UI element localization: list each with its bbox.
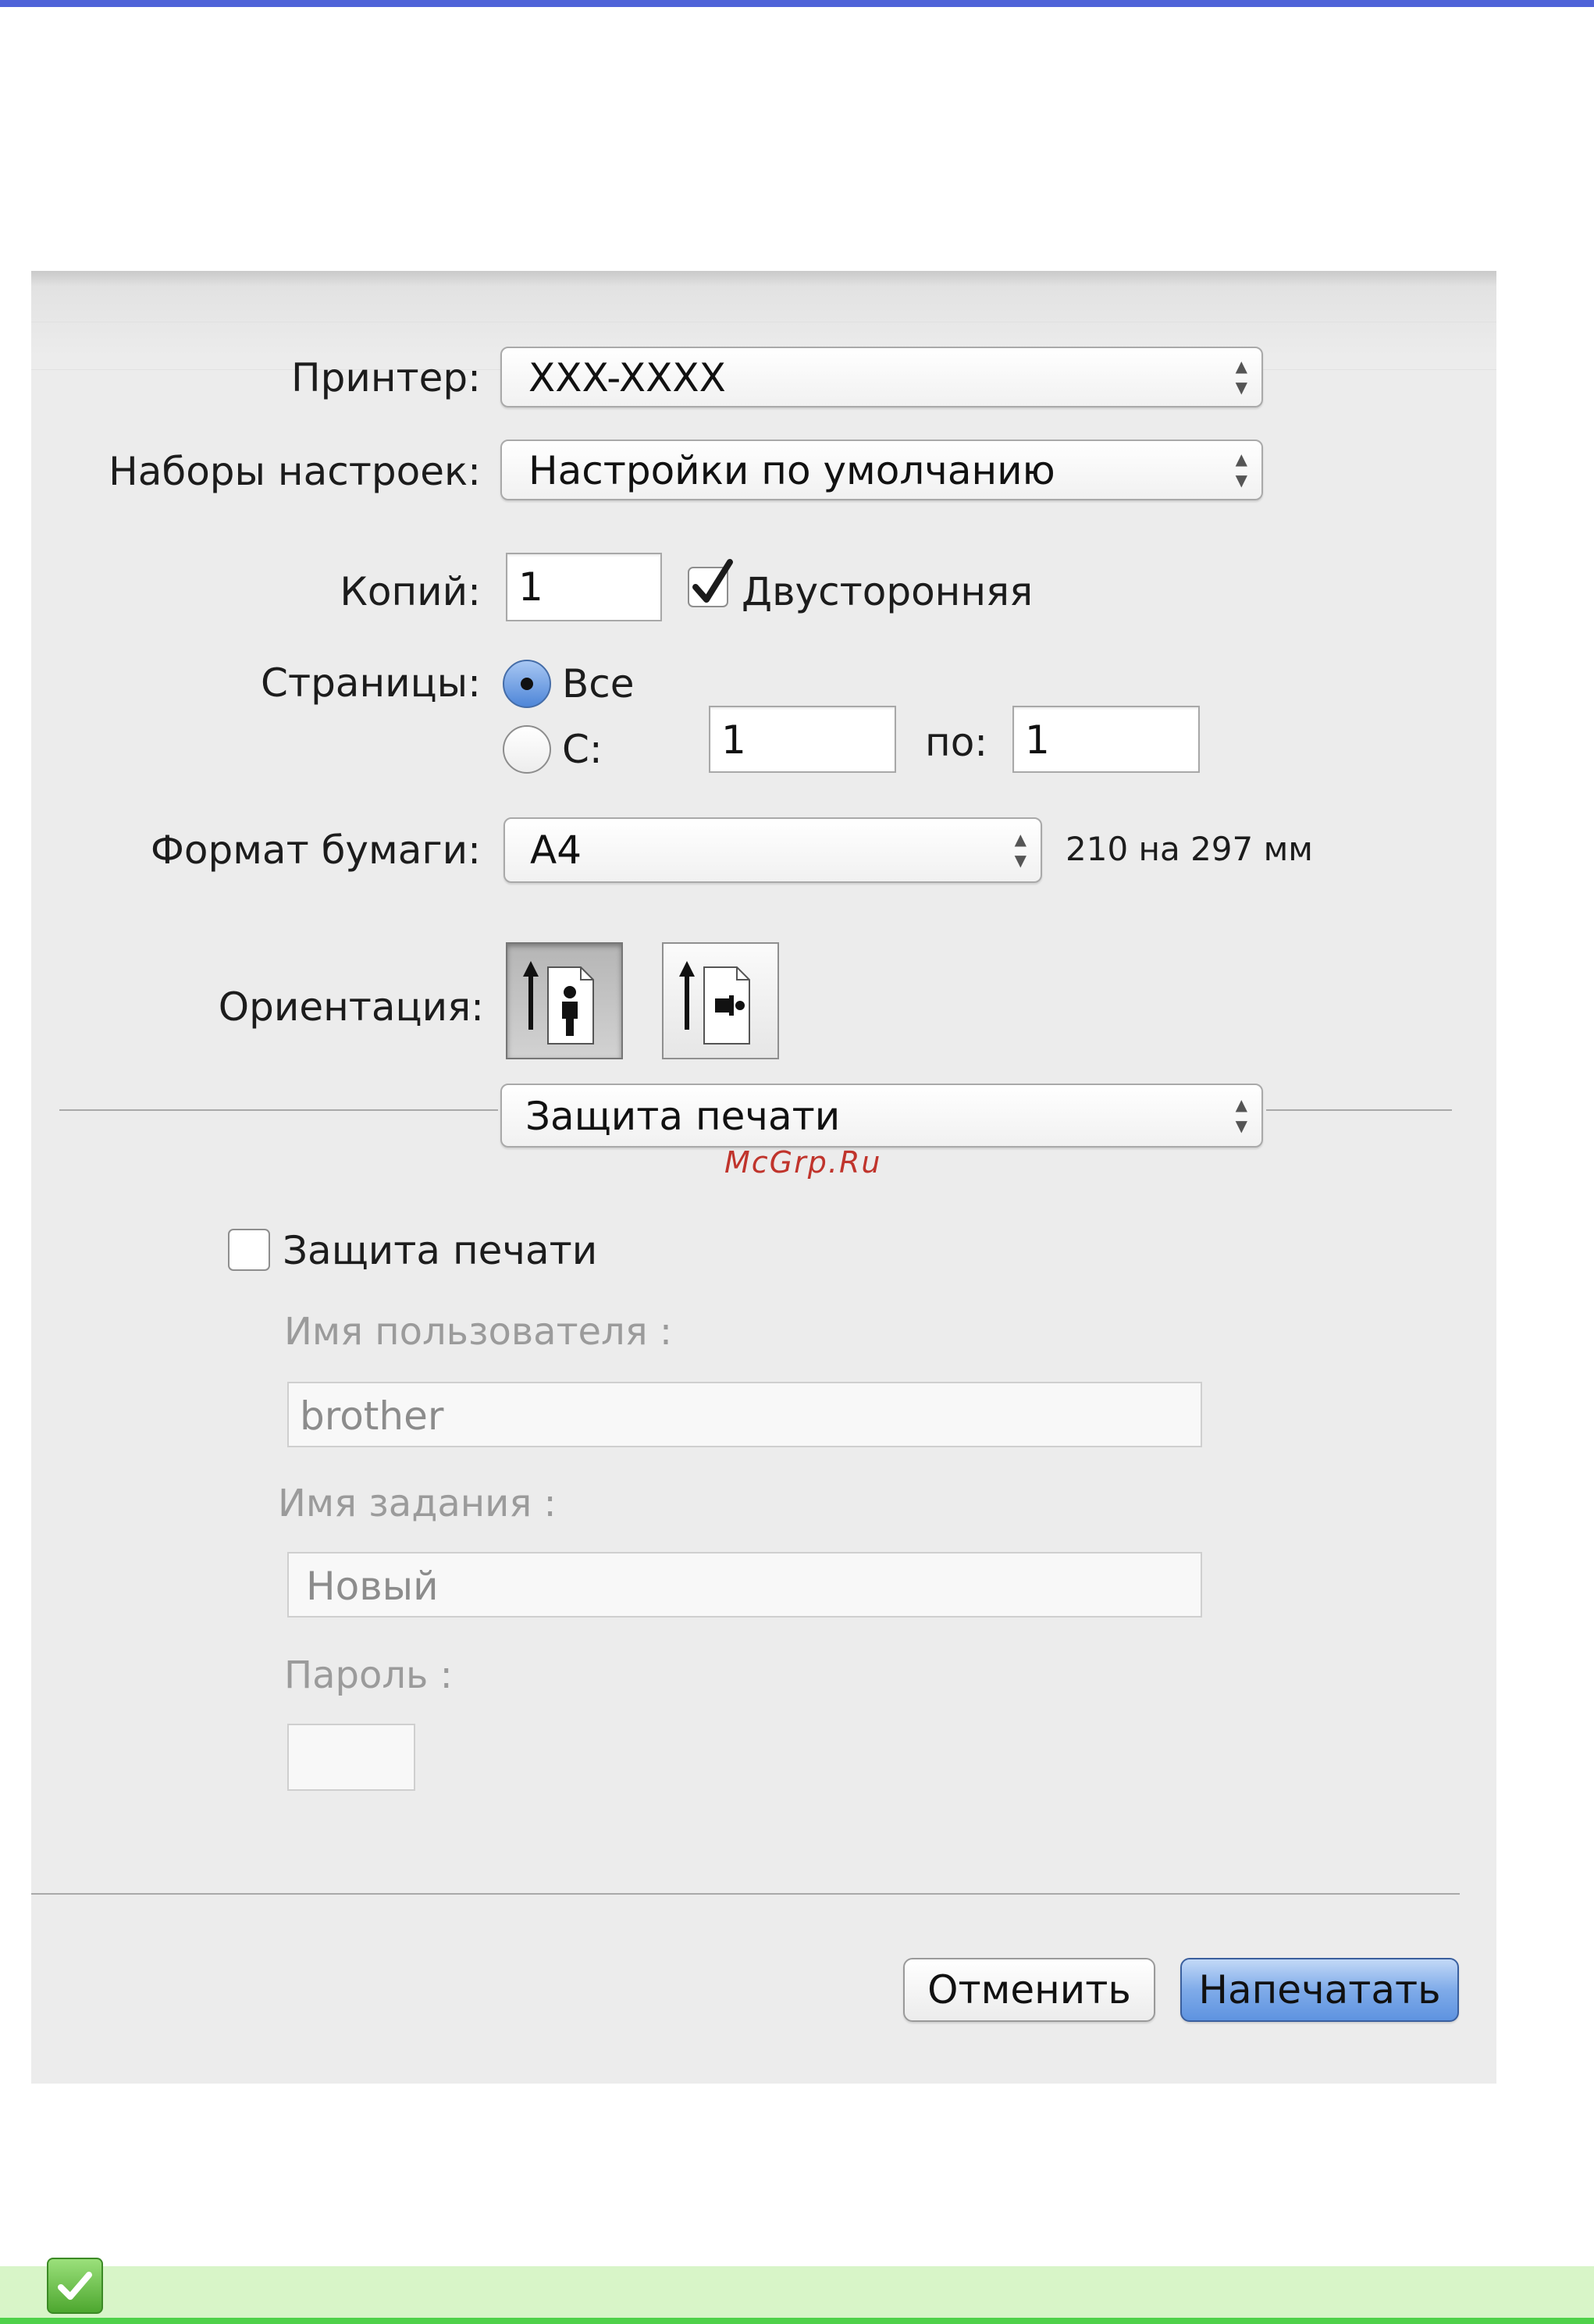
jobname-value: Новый (306, 1564, 439, 1609)
orientation-portrait-button[interactable] (506, 942, 623, 1059)
copies-label: Копий: (340, 569, 481, 614)
popup-arrows-icon: ▲ ▼ (1014, 830, 1026, 870)
bottom-divider (31, 1893, 1460, 1895)
print-button[interactable]: Напечатать (1180, 1958, 1459, 2022)
copies-value: 1 (518, 564, 543, 610)
top-accent-bar (0, 0, 1594, 7)
paper-dimensions: 210 на 297 мм (1066, 830, 1313, 868)
checkmark-icon (692, 559, 733, 603)
section-popup[interactable]: Защита печати ▲ ▼ (500, 1084, 1263, 1148)
presets-popup[interactable]: Настройки по умолчанию ▲ ▼ (500, 440, 1263, 500)
orientation-label: Ориентация: (218, 984, 484, 1030)
duplex-label: Двусторонняя (742, 569, 1034, 614)
copies-field[interactable]: 1 (506, 553, 662, 621)
pages-all-label: Все (562, 661, 635, 706)
pages-to-label: по: (925, 720, 988, 765)
username-field[interactable]: brother (287, 1382, 1202, 1447)
paper-size-popup[interactable]: A4 ▲ ▼ (503, 817, 1042, 883)
watermark: McGrp.Ru (724, 1145, 882, 1180)
note-bar (0, 2266, 1594, 2324)
pages-from-value: 1 (721, 717, 746, 763)
username-label: Имя пользователя : (284, 1310, 673, 1354)
pages-label: Страницы: (261, 660, 481, 706)
note-check-icon (47, 2258, 103, 2314)
cancel-button[interactable]: Отменить (903, 1958, 1155, 2022)
section-divider-right (1266, 1109, 1452, 1111)
jobname-label: Имя задания : (278, 1482, 557, 1525)
popup-arrows-icon: ▲ ▼ (1235, 450, 1247, 489)
secure-print-checkbox[interactable] (228, 1229, 270, 1271)
printer-label: Принтер: (291, 355, 481, 400)
orientation-landscape-button[interactable] (662, 942, 779, 1059)
pages-to-field[interactable]: 1 (1012, 706, 1200, 773)
section-popup-value: Защита печати (525, 1094, 841, 1139)
paper-size-value: A4 (530, 827, 582, 873)
pages-from-field[interactable]: 1 (709, 706, 896, 773)
password-field[interactable] (287, 1724, 415, 1791)
presets-label: Наборы настроек: (109, 449, 481, 494)
landscape-orientation-icon (679, 961, 750, 1045)
pages-all-radio[interactable] (503, 660, 551, 708)
presets-value: Настройки по умолчанию (528, 448, 1055, 493)
pages-to-value: 1 (1025, 717, 1050, 763)
printer-value: XXX-XXXX (528, 355, 726, 400)
duplex-checkbox[interactable] (688, 559, 733, 607)
portrait-orientation-icon (523, 961, 594, 1045)
pages-range-label: С: (562, 727, 603, 772)
secure-print-label: Защита печати (283, 1228, 598, 1273)
section-divider-left (59, 1109, 498, 1111)
username-value: brother (300, 1393, 444, 1439)
password-label: Пароль : (284, 1653, 453, 1697)
pages-range-radio[interactable] (503, 725, 551, 774)
popup-arrows-icon: ▲ ▼ (1235, 357, 1247, 397)
paper-size-label: Формат бумаги: (150, 827, 481, 873)
jobname-field[interactable]: Новый (287, 1552, 1202, 1618)
printer-popup[interactable]: XXX-XXXX ▲ ▼ (500, 347, 1263, 408)
popup-arrows-icon: ▲ ▼ (1235, 1095, 1247, 1135)
